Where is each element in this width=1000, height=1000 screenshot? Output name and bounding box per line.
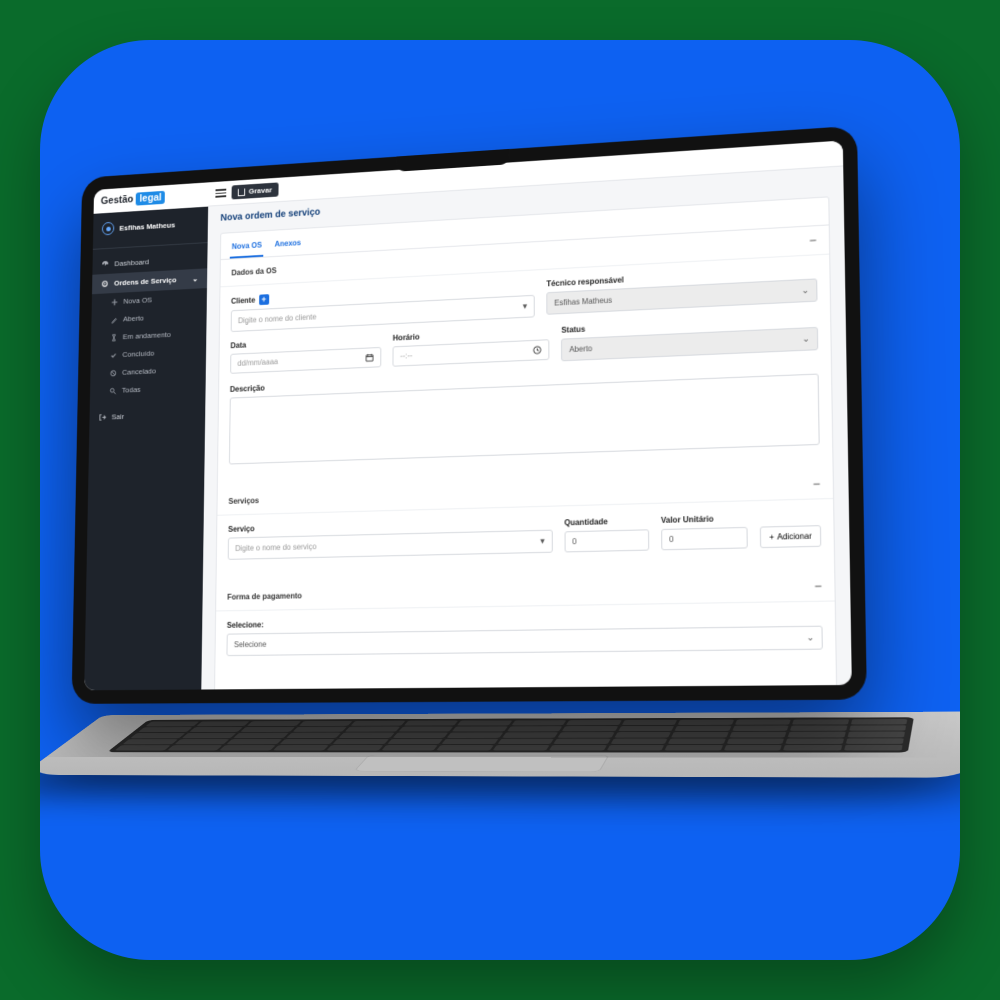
collapse-icon: −: [816, 683, 824, 689]
add-client-button[interactable]: +: [259, 295, 269, 306]
qty-label: Quantidade: [564, 517, 649, 528]
calendar-icon: [366, 353, 374, 362]
payment-select[interactable]: Selecione ⌄: [226, 626, 822, 656]
add-service-button[interactable]: + Adicionar: [760, 525, 821, 548]
collapse-icon: −: [814, 580, 822, 593]
client-label-text: Cliente: [231, 296, 255, 306]
hourglass-icon: [110, 334, 117, 342]
service-label: Serviço: [228, 517, 552, 534]
gears-icon: [101, 280, 109, 289]
tab-new-os[interactable]: Nova OS: [230, 237, 264, 259]
save-icon: [238, 188, 245, 196]
collapse-icon: −: [813, 478, 820, 491]
main-area: Gravar Nova ordem de serviço Nova OS Ane…: [201, 141, 852, 690]
date-input[interactable]: dd/mm/aaaa: [230, 347, 381, 374]
chevron-down-icon: ⌄: [801, 285, 809, 296]
save-button-label: Gravar: [249, 186, 272, 196]
status-value: Aberto: [569, 345, 592, 355]
main-card: Nova OS Anexos Dados da OS −: [213, 197, 838, 690]
backdrop-card: Gestão legal Esfihas Matheus Dashboard: [40, 40, 960, 960]
sidebar-item-logout[interactable]: Sair: [89, 404, 205, 428]
sidebar: Gestão legal Esfihas Matheus Dashboard: [84, 183, 208, 691]
sidebar-sub-label: Aberto: [123, 314, 144, 323]
sidebar-item-label: Ordens de Serviço: [114, 276, 177, 288]
service-placeholder: Digite o nome do serviço: [235, 543, 316, 554]
edit-icon: [111, 316, 118, 324]
brand-text-2: legal: [136, 191, 165, 206]
chevron-down-icon: ⌄: [802, 334, 810, 345]
section-body-payment: Selecione: Selecione ⌄: [215, 602, 836, 680]
service-input[interactable]: Digite o nome do serviço ▾: [228, 530, 553, 560]
tech-label: Técnico responsável: [546, 266, 817, 289]
sidebar-sub-label: Em andamento: [123, 331, 171, 342]
section-title: Totais: [226, 689, 247, 690]
laptop-mockup: Gestão legal Esfihas Matheus Dashboard: [68, 119, 960, 908]
sidebar-sub-label: Cancelado: [122, 367, 156, 377]
plus-icon: +: [769, 533, 774, 542]
app-screen: Gestão legal Esfihas Matheus Dashboard: [84, 141, 852, 691]
logout-icon: [98, 413, 106, 422]
avatar-icon: [102, 222, 114, 236]
menu-toggle-button[interactable]: [215, 189, 226, 198]
sidebar-item-label: Dashboard: [114, 258, 149, 268]
laptop-keyboard: [107, 718, 914, 753]
payment-select-label: Selecione:: [227, 613, 823, 631]
plus-icon: [111, 298, 118, 306]
check-icon: [110, 352, 117, 360]
tech-value: Esfihas Matheus: [554, 296, 612, 308]
user-name: Esfihas Matheus: [119, 221, 175, 233]
time-input[interactable]: --:--: [393, 340, 550, 368]
laptop-screen-frame: Gestão legal Esfihas Matheus Dashboard: [71, 126, 866, 704]
chevron-down-icon: ▾: [540, 536, 544, 547]
sidebar-sub-all[interactable]: Todas: [90, 378, 206, 401]
section-title: Forma de pagamento: [227, 591, 302, 601]
gauge-icon: [101, 260, 109, 269]
time-placeholder: --:--: [400, 352, 412, 361]
chevron-down-icon: ⌄: [192, 275, 198, 284]
unit-input[interactable]: 0: [661, 527, 748, 550]
sidebar-nav: Dashboard Ordens de Serviço ⌄ Nova OS: [89, 243, 207, 428]
client-placeholder: Digite o nome do cliente: [238, 313, 316, 325]
status-select[interactable]: Aberto ⌄: [561, 327, 818, 361]
clock-icon: [533, 346, 542, 355]
collapse-icon: −: [809, 235, 816, 247]
sidebar-sub-label: Nova OS: [123, 296, 152, 306]
laptop-trackpad: [354, 755, 610, 772]
add-button-label: Adicionar: [777, 532, 812, 542]
sidebar-sub-label: Concluído: [122, 349, 154, 359]
section-title: Serviços: [228, 496, 259, 506]
ban-icon: [110, 369, 117, 377]
payment-select-value: Selecione: [234, 640, 266, 649]
section-title: Dados da OS: [231, 266, 276, 277]
tab-attachments[interactable]: Anexos: [273, 235, 303, 257]
sidebar-sub-label: Todas: [122, 386, 141, 395]
chevron-down-icon: ▾: [523, 301, 527, 312]
unit-label: Valor Unitário: [661, 514, 748, 525]
date-placeholder: dd/mm/aaaa: [237, 358, 278, 368]
qty-input[interactable]: 0: [564, 530, 649, 553]
sidebar-item-label: Sair: [111, 413, 124, 422]
brand-text-1: Gestão: [101, 194, 134, 207]
qty-value: 0: [572, 537, 576, 546]
unit-value: 0: [669, 535, 674, 544]
status-label: Status: [561, 314, 818, 335]
search-icon: [109, 387, 116, 395]
section-body-os-data: Cliente + Digite o nome do cliente ▾: [218, 255, 833, 488]
laptop-base: [40, 712, 960, 778]
save-button[interactable]: Gravar: [232, 183, 279, 200]
content-scroll: Nova ordem de serviço Nova OS Anexos Dad…: [201, 167, 852, 690]
chevron-down-icon: ⌄: [806, 632, 814, 644]
